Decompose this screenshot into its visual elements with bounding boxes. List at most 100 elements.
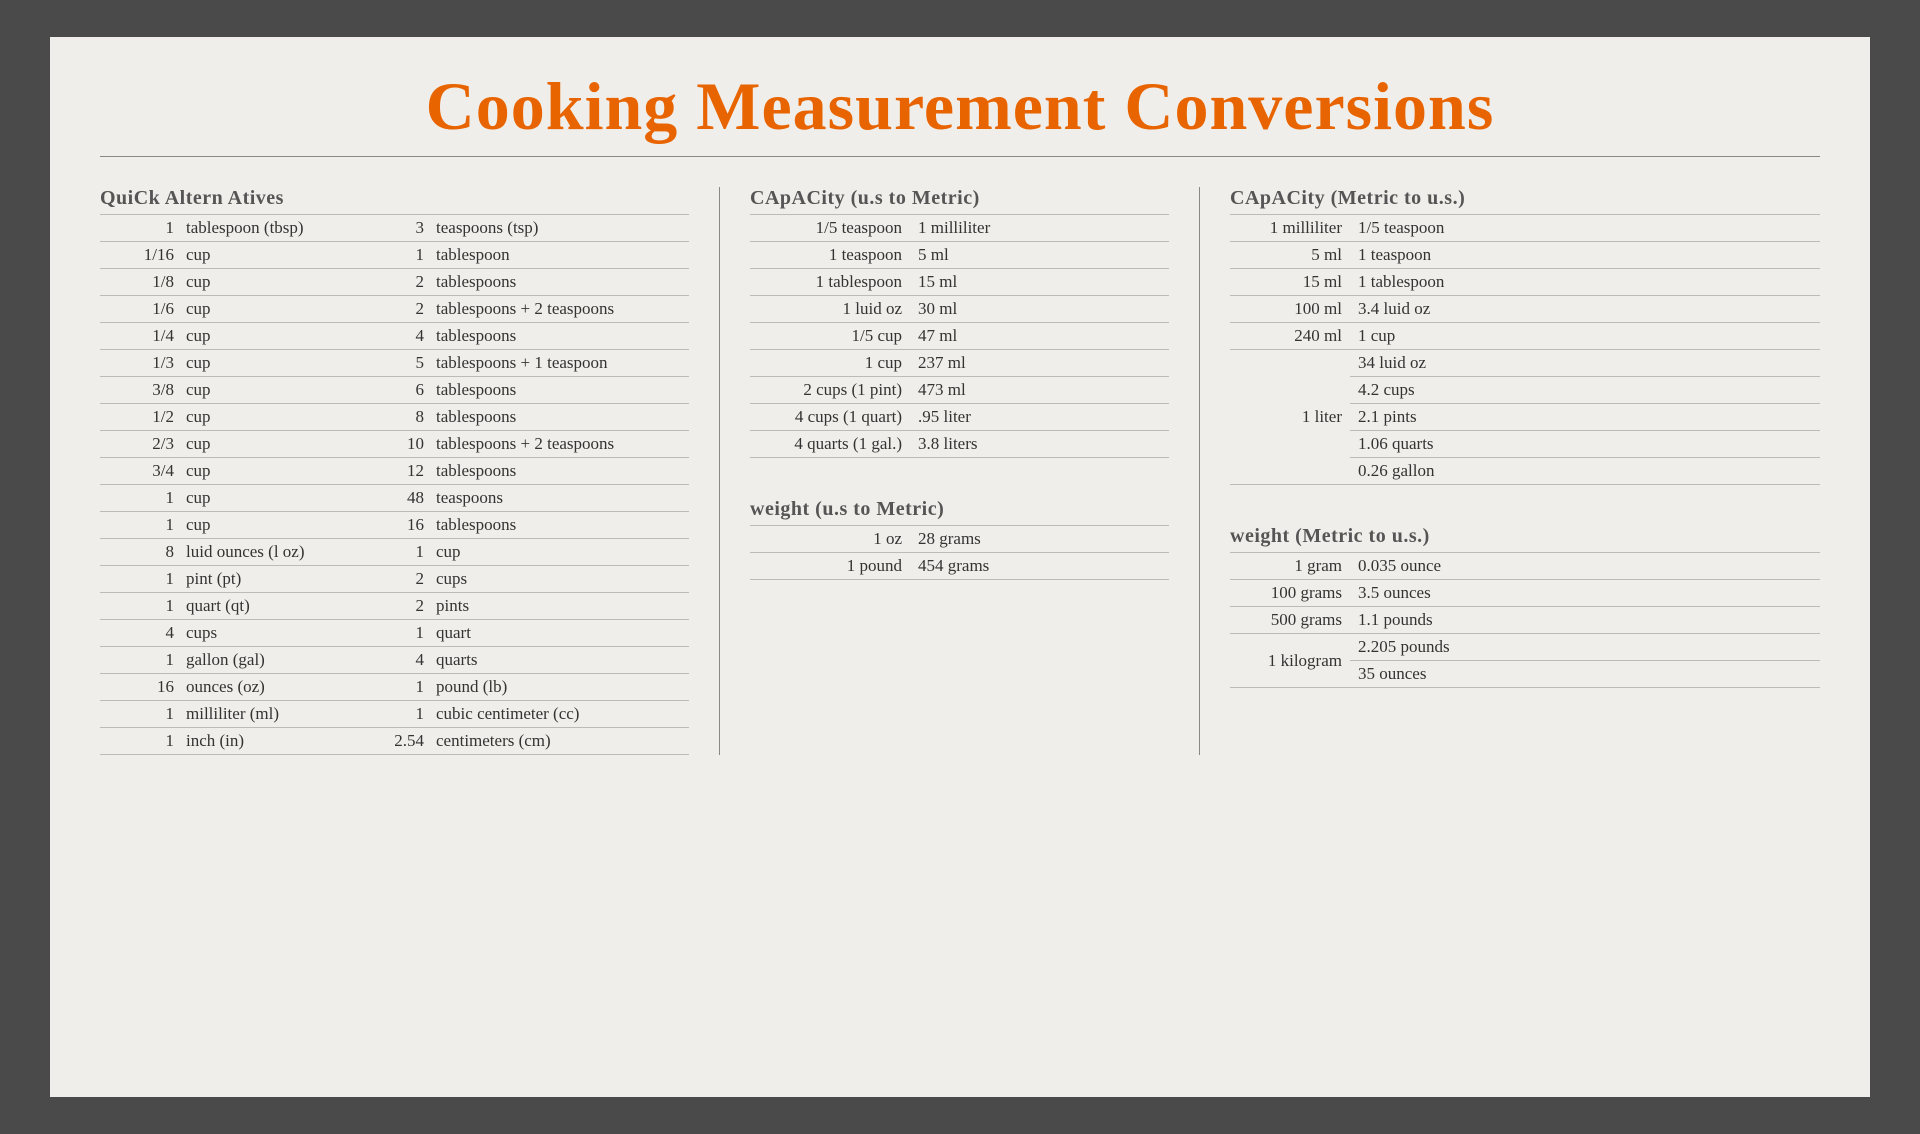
table-row: 2 cups (1 pint) 473 ml (750, 377, 1169, 404)
table-row: 1 pint (pt) 2 cups (100, 566, 689, 593)
right-unit: tablespoons (430, 377, 689, 404)
weight-right: 1.1 pounds (1350, 607, 1820, 634)
table-row: 1/4 cup 4 tablespoons (100, 323, 689, 350)
left-unit: cup (180, 350, 380, 377)
right-unit: pound (lb) (430, 674, 689, 701)
table-row: 1 teaspoon 5 ml (750, 242, 1169, 269)
table-row: 1 cup 237 ml (750, 350, 1169, 377)
cap-left: 1 luid oz (750, 296, 910, 323)
weight-right: 3.5 ounces (1350, 580, 1820, 607)
right-value: 1 (380, 620, 430, 647)
table-row: 5 ml 1 teaspoon (1230, 242, 1820, 269)
left-unit: cup (180, 512, 380, 539)
right-value: 3 (380, 215, 430, 242)
rcap-left: 1 milliliter (1230, 215, 1350, 242)
cap-left: 1 tablespoon (750, 269, 910, 296)
table-row: 100 grams 3.5 ounces (1230, 580, 1820, 607)
right-value: 5 (380, 350, 430, 377)
table-row: 3/4 cup 12 tablespoons (100, 458, 689, 485)
right-value: 6 (380, 377, 430, 404)
table-row: 1 liter 34 luid oz (1230, 350, 1820, 377)
left-value: 1 (100, 215, 180, 242)
weight-left: 100 grams (1230, 580, 1350, 607)
right-unit: centimeters (cm) (430, 728, 689, 755)
table-row: 1 tablespoon (tbsp) 3 teaspoons (tsp) (100, 215, 689, 242)
liter-value: 0.26 gallon (1350, 458, 1820, 485)
left-value: 1 (100, 566, 180, 593)
cap-right: 1 milliliter (910, 215, 1169, 242)
table-row: 1 luid oz 30 ml (750, 296, 1169, 323)
right-unit: tablespoons + 2 teaspoons (430, 296, 689, 323)
left-unit: tablespoon (tbsp) (180, 215, 380, 242)
table-row: 16 ounces (oz) 1 pound (lb) (100, 674, 689, 701)
weight-left: 1 gram (1230, 553, 1350, 580)
kg-value: 35 ounces (1350, 661, 1820, 688)
right-value: 10 (380, 431, 430, 458)
left-value: 1/2 (100, 404, 180, 431)
table-row: 1/5 teaspoon 1 milliliter (750, 215, 1169, 242)
left-unit: inch (in) (180, 728, 380, 755)
rcap-left: 240 ml (1230, 323, 1350, 350)
table-row: 1 cup 48 teaspoons (100, 485, 689, 512)
table-row: 1/8 cup 2 tablespoons (100, 269, 689, 296)
right-value: 1 (380, 242, 430, 269)
table-row: 500 grams 1.1 pounds (1230, 607, 1820, 634)
left-unit: quart (qt) (180, 593, 380, 620)
right-value: 1 (380, 701, 430, 728)
right-unit: tablespoons (430, 404, 689, 431)
table-row: 1 tablespoon 15 ml (750, 269, 1169, 296)
right-value: 4 (380, 323, 430, 350)
weight-right-section: weight (Metric to u.s.) 1 gram 0.035 oun… (1230, 525, 1820, 688)
left-unit: cup (180, 485, 380, 512)
right-value: 2 (380, 593, 430, 620)
left-value: 1 (100, 701, 180, 728)
weight-left: 500 grams (1230, 607, 1350, 634)
left-section-title: QuiCk Altern Atives (100, 187, 689, 210)
right-unit: tablespoons + 1 teaspoon (430, 350, 689, 377)
right-unit: cups (430, 566, 689, 593)
right-unit: quarts (430, 647, 689, 674)
left-unit: cup (180, 269, 380, 296)
table-row: 15 ml 1 tablespoon (1230, 269, 1820, 296)
right-section: CApACity (Metric to u.s.) 1 milliliter 1… (1200, 187, 1820, 755)
right-capacity-title: CApACity (Metric to u.s.) (1230, 187, 1820, 210)
left-section: QuiCk Altern Atives 1 tablespoon (tbsp) … (100, 187, 720, 755)
table-row: 4 cups (1 quart) .95 liter (750, 404, 1169, 431)
right-value: 2.54 (380, 728, 430, 755)
kg-label: 1 kilogram (1230, 634, 1350, 688)
title-divider (100, 156, 1820, 157)
cap-left: 2 cups (1 pint) (750, 377, 910, 404)
table-row: 1 milliliter (ml) 1 cubic centimeter (cc… (100, 701, 689, 728)
weight-right: 454 grams (910, 553, 1169, 580)
capacity-metric-to-us-table: 1 milliliter 1/5 teaspoon 5 ml 1 teaspoo… (1230, 214, 1820, 485)
table-row: 1 inch (in) 2.54 centimeters (cm) (100, 728, 689, 755)
liter-value: 34 luid oz (1350, 350, 1820, 377)
rcap-right: 3.4 luid oz (1350, 296, 1820, 323)
table-row: 1 kilogram 2.205 pounds (1230, 634, 1820, 661)
left-value: 3/8 (100, 377, 180, 404)
right-value: 16 (380, 512, 430, 539)
right-unit: tablespoons (430, 512, 689, 539)
rcap-left: 5 ml (1230, 242, 1350, 269)
right-value: 1 (380, 539, 430, 566)
right-unit: tablespoon (430, 242, 689, 269)
liter-label: 1 liter (1230, 350, 1350, 485)
right-weight-title: weight (Metric to u.s.) (1230, 525, 1820, 548)
rcap-right: 1 tablespoon (1350, 269, 1820, 296)
cap-left: 1 cup (750, 350, 910, 377)
cap-right: 15 ml (910, 269, 1169, 296)
right-value: 48 (380, 485, 430, 512)
left-unit: cup (180, 296, 380, 323)
page-container: Cooking Measurement Conversions QuiCk Al… (50, 37, 1870, 1097)
left-unit: milliliter (ml) (180, 701, 380, 728)
table-row: 1 quart (qt) 2 pints (100, 593, 689, 620)
cap-right: .95 liter (910, 404, 1169, 431)
capacity-us-to-metric-table: 1/5 teaspoon 1 milliliter 1 teaspoon 5 m… (750, 214, 1169, 458)
cap-left: 4 quarts (1 gal.) (750, 431, 910, 458)
right-unit: cup (430, 539, 689, 566)
left-unit: ounces (oz) (180, 674, 380, 701)
right-unit: quart (430, 620, 689, 647)
cap-left: 1/5 cup (750, 323, 910, 350)
rcap-right: 1/5 teaspoon (1350, 215, 1820, 242)
middle-section: CApACity (u.s to Metric) 1/5 teaspoon 1 … (720, 187, 1200, 755)
